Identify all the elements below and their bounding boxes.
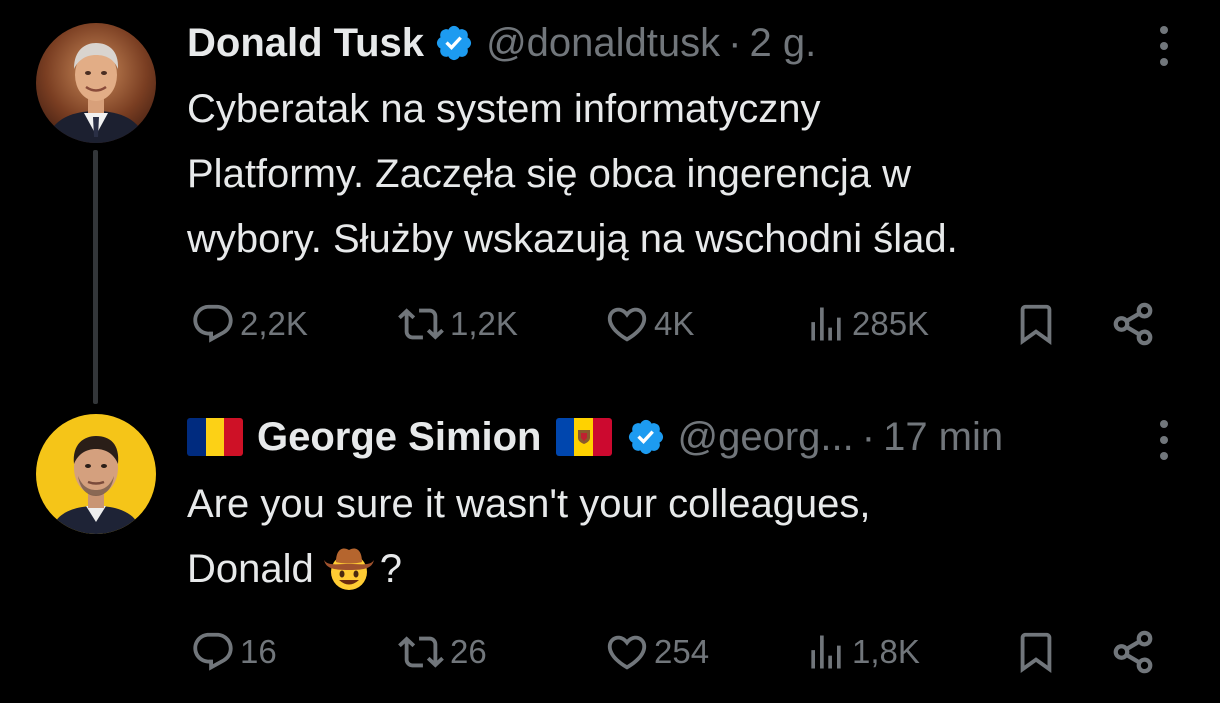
more-vertical-icon[interactable] [1156, 24, 1172, 68]
heart-icon [604, 629, 650, 675]
thread-connector-line [93, 150, 98, 404]
bookmark-button[interactable] [1013, 627, 1059, 677]
moldova-flag [555, 418, 612, 456]
like-button[interactable]: 254 [604, 627, 709, 677]
more-vertical-icon[interactable] [1156, 418, 1172, 462]
repost-count: 26 [450, 633, 487, 670]
share-icon [1110, 629, 1156, 675]
tweet-text-line: Platformy. Zaczęła się obca ingerencja w [187, 152, 912, 196]
tweet[interactable]: George Simion @georg... · 17 min Are you… [0, 390, 1220, 703]
views-chart-icon [804, 302, 848, 346]
repost-icon [396, 301, 446, 347]
repost-icon [396, 629, 446, 675]
reply-icon [190, 301, 236, 347]
view-count: 285K [852, 305, 930, 342]
bookmark-icon [1013, 629, 1059, 675]
reply-icon [190, 629, 236, 675]
tweet-text-line: Are you sure it wasn't your colleagues, [187, 482, 871, 526]
share-icon [1110, 301, 1156, 347]
tweet-text-line: Cyberatak na system informatyczny [187, 87, 821, 131]
tweet-text-line: Donald ? [187, 537, 1187, 602]
views-chart-icon [804, 630, 848, 674]
repost-button[interactable]: 1,2K [396, 299, 518, 349]
repost-button[interactable]: 26 [396, 627, 487, 677]
author-name[interactable]: George Simion [257, 415, 542, 460]
tweet-text: Cyberatak na system informatyczny Platfo… [187, 77, 1187, 272]
like-button[interactable]: 4K [604, 299, 694, 349]
share-button[interactable] [1110, 627, 1156, 677]
avatar[interactable] [36, 23, 156, 143]
tweet-actions: 16 26 254 1,8K [190, 627, 1160, 677]
reply-count: 2,2K [240, 305, 308, 342]
like-count: 4K [654, 305, 695, 342]
views-button[interactable]: 285K [804, 299, 929, 349]
verified-badge-icon [434, 23, 474, 63]
reply-button[interactable]: 2,2K [190, 299, 308, 349]
tweet-header: George Simion @georg... · 17 min [187, 412, 1190, 462]
heart-icon [604, 301, 650, 347]
reply-button[interactable]: 16 [190, 627, 277, 677]
repost-count: 1,2K [450, 305, 518, 342]
separator-dot: · [728, 20, 742, 65]
moldova-coat-of-arms-icon [577, 430, 590, 444]
separator-dot: · [861, 414, 876, 459]
tweet-text-fragment: Donald [187, 547, 314, 591]
like-count: 254 [654, 633, 710, 670]
tweet-header: Donald Tusk @donaldtusk · 2 g. [187, 18, 1190, 68]
verified-badge-icon [626, 417, 666, 457]
views-button[interactable]: 1,8K [804, 627, 920, 677]
romania-flag [187, 418, 243, 456]
reply-count: 16 [240, 633, 277, 670]
tweet-timestamp[interactable]: 2 g. [749, 21, 816, 66]
view-count: 1,8K [852, 633, 920, 670]
share-button[interactable] [1110, 299, 1156, 349]
author-handle[interactable]: @donaldtusk [486, 21, 720, 66]
tweet[interactable]: Donald Tusk @donaldtusk · 2 g. Cyberatak… [0, 0, 1220, 404]
tweet-timestamp[interactable]: 17 min [883, 415, 1003, 460]
author-handle[interactable]: @georg... [678, 415, 854, 460]
tweet-text-line: wybory. Służby wskazują na wschodni ślad… [187, 217, 958, 261]
bookmark-icon [1013, 301, 1059, 347]
tweet-text-fragment: ? [379, 547, 403, 591]
bookmark-button[interactable] [1013, 299, 1059, 349]
tweet-text: Are you sure it wasn't your colleagues, … [187, 472, 1187, 602]
author-name[interactable]: Donald Tusk [187, 21, 424, 66]
tweet-actions: 2,2K 1,2K 4K 285K [190, 299, 1160, 349]
avatar[interactable] [36, 414, 156, 534]
cowboy-hat-face-emoji [323, 548, 374, 590]
